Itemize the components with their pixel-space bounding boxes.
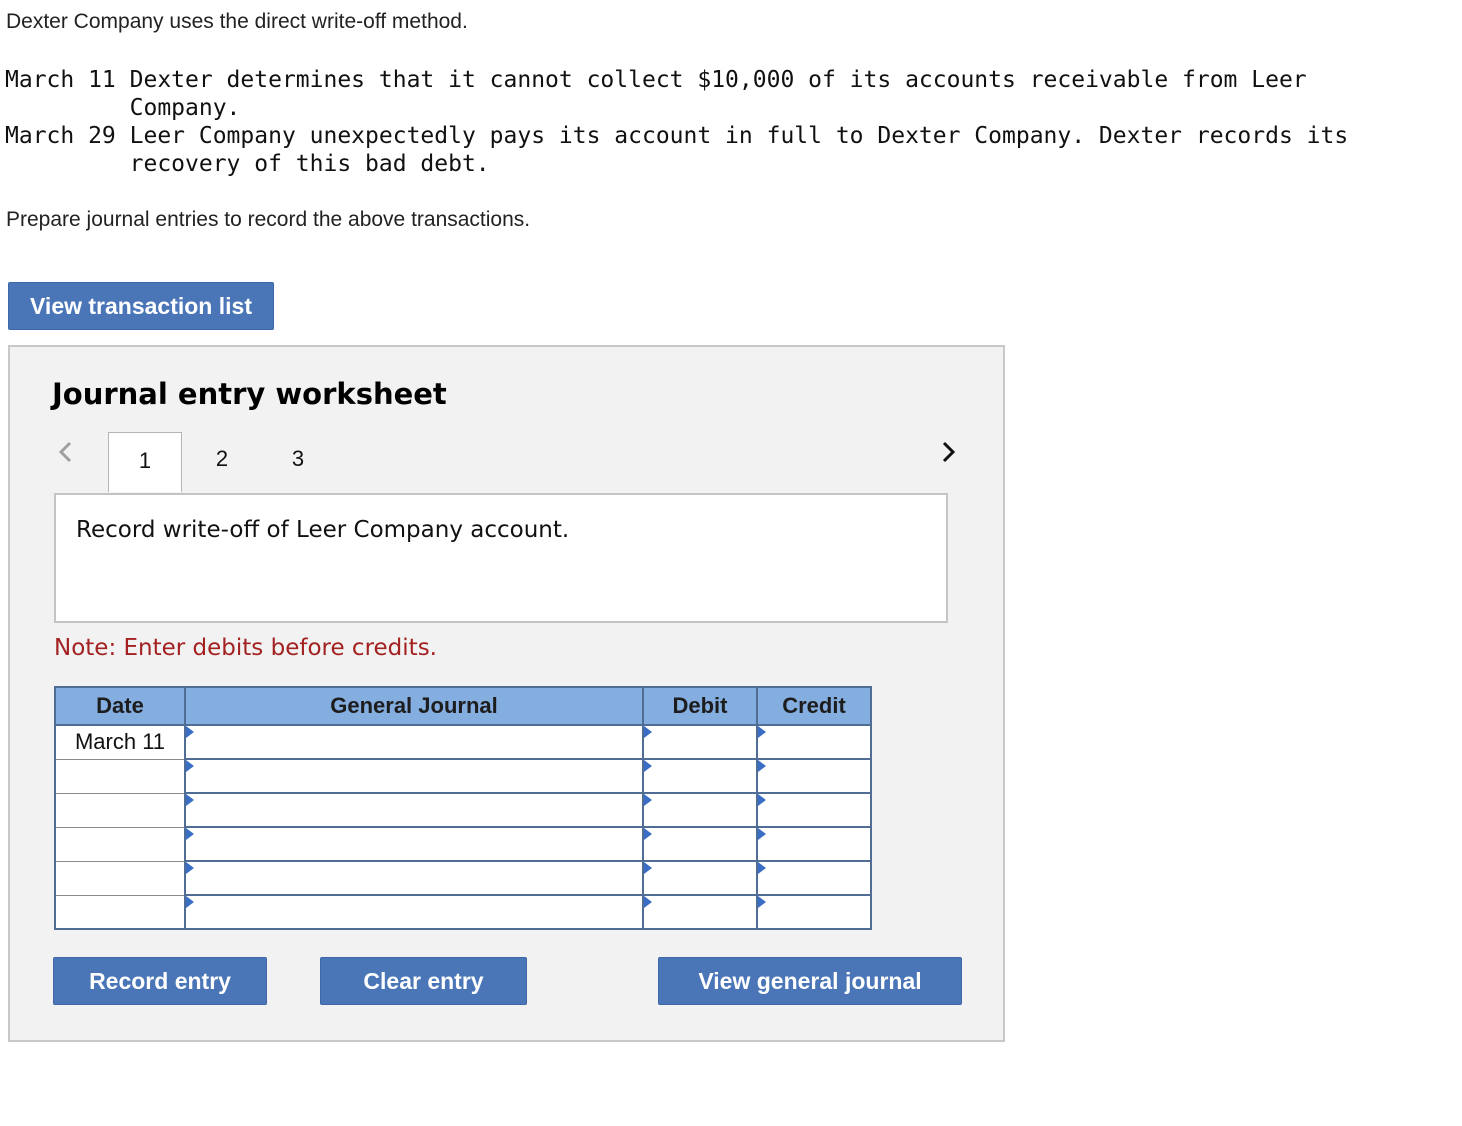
date-cell: [54, 860, 186, 896]
table-row: [54, 860, 872, 896]
entry-description-box: Record write-off of Leer Company account…: [54, 493, 948, 623]
column-header-debit: Debit: [642, 686, 758, 726]
transaction-line: March 11 Dexter determines that it canno…: [5, 67, 1307, 93]
record-entry-button[interactable]: Record entry: [53, 957, 267, 1005]
transaction-line: recovery of this bad debt.: [5, 151, 490, 177]
tab-2[interactable]: 2: [204, 446, 240, 472]
debit-input[interactable]: [642, 758, 758, 794]
account-input[interactable]: [184, 724, 644, 760]
entry-description: Record write-off of Leer Company account…: [76, 517, 570, 543]
clear-entry-button[interactable]: Clear entry: [320, 957, 527, 1005]
column-header-credit: Credit: [756, 686, 872, 726]
tab-3[interactable]: 3: [280, 446, 316, 472]
view-transaction-list-button[interactable]: View transaction list: [8, 282, 274, 330]
debit-input[interactable]: [642, 792, 758, 828]
instructions-text: Prepare journal entries to record the ab…: [6, 208, 531, 231]
journal-entry-worksheet: Journal entry worksheet 1 2 3 Record wri…: [8, 345, 1005, 1042]
account-input[interactable]: [184, 894, 644, 930]
intro-text: Dexter Company uses the direct write-off…: [6, 10, 468, 33]
credit-input[interactable]: [756, 758, 872, 794]
debit-input[interactable]: [642, 894, 758, 930]
date-cell: [54, 894, 186, 930]
credit-input[interactable]: [756, 894, 872, 930]
account-input[interactable]: [184, 758, 644, 794]
table-row: [54, 894, 872, 930]
transaction-line: Company.: [5, 95, 241, 121]
date-cell: [54, 758, 186, 794]
transaction-line: March 29 Leer Company unexpectedly pays …: [5, 123, 1349, 149]
table-row: [54, 758, 872, 794]
account-input[interactable]: [184, 792, 644, 828]
date-cell: March 11: [54, 724, 186, 760]
debit-input[interactable]: [642, 724, 758, 760]
credit-input[interactable]: [756, 860, 872, 896]
column-header-date: Date: [54, 686, 186, 726]
note-text: Note: Enter debits before credits.: [54, 635, 437, 661]
table-row: March 11: [54, 724, 872, 760]
credit-input[interactable]: [756, 826, 872, 862]
next-icon[interactable]: [936, 437, 960, 467]
credit-input[interactable]: [756, 792, 872, 828]
credit-input[interactable]: [756, 724, 872, 760]
previous-icon[interactable]: [54, 437, 78, 467]
worksheet-title: Journal entry worksheet: [52, 377, 447, 411]
debit-input[interactable]: [642, 860, 758, 896]
view-general-journal-button[interactable]: View general journal: [658, 957, 962, 1005]
debit-input[interactable]: [642, 826, 758, 862]
date-cell: [54, 826, 186, 862]
column-header-general-journal: General Journal: [184, 686, 644, 726]
table-row: [54, 792, 872, 828]
account-input[interactable]: [184, 826, 644, 862]
tab-1[interactable]: 1: [108, 432, 182, 492]
date-cell: [54, 792, 186, 828]
journal-table: Date General Journal Debit Credit March …: [54, 686, 872, 930]
table-row: [54, 826, 872, 862]
account-input[interactable]: [184, 860, 644, 896]
